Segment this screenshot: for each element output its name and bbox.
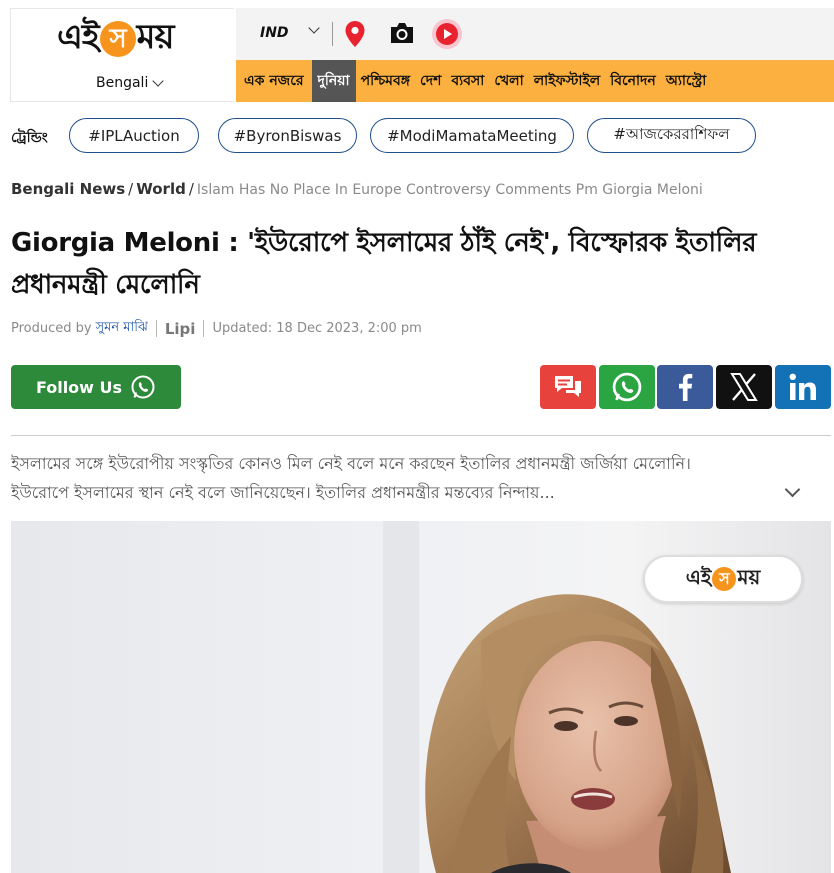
logo-text-1: এই bbox=[57, 16, 100, 57]
watermark-logo: এই স ময় bbox=[643, 555, 803, 603]
breadcrumb: Bengali News / World / Islam Has No Place In… bbox=[11, 180, 703, 198]
chevron-down-icon bbox=[152, 75, 165, 87]
expand-chevron-down-icon[interactable] bbox=[784, 481, 801, 498]
follow-us-label: Follow Us bbox=[35, 377, 123, 397]
camera-icon[interactable] bbox=[389, 21, 415, 49]
divider bbox=[332, 22, 333, 46]
language-selector[interactable]: Bengali bbox=[96, 75, 165, 91]
nav-item-khela[interactable]: খেলা bbox=[489, 60, 528, 102]
comment-share-button[interactable] bbox=[540, 365, 596, 409]
trending-tag[interactable]: #ByronBiswas bbox=[218, 118, 357, 153]
nav-item-astro[interactable]: অ্যাস্ট্রো bbox=[661, 60, 712, 102]
breadcrumb-section[interactable]: World bbox=[136, 180, 186, 198]
x-share-button[interactable] bbox=[716, 365, 772, 409]
divider bbox=[155, 320, 157, 337]
trending-tag[interactable]: #আজকেররাশিফল bbox=[587, 118, 756, 153]
facebook-icon bbox=[679, 373, 693, 401]
nav-item-desh[interactable]: দেশ bbox=[415, 60, 446, 102]
produced-by-label: Produced by bbox=[11, 321, 92, 336]
divider bbox=[203, 320, 205, 337]
site-logo[interactable]: এই স ময় bbox=[57, 15, 174, 63]
nav-item-paschimbanga[interactable]: পশ্চিমবঙ্গ bbox=[356, 60, 415, 102]
follow-us-button[interactable]: Follow Us bbox=[11, 365, 181, 409]
article-byline: Produced by সুমন মাঝি Lipi Updated: 18 D… bbox=[11, 318, 422, 339]
top-utility-bar: IND bbox=[236, 8, 834, 60]
linkedin-share-button[interactable] bbox=[775, 365, 831, 409]
comment-icon bbox=[555, 376, 581, 397]
divider bbox=[11, 435, 831, 436]
updated-timestamp: Updated: 18 Dec 2023, 2:00 pm bbox=[212, 321, 422, 336]
breadcrumb-home[interactable]: Bengali News bbox=[11, 180, 125, 198]
article-hero-image: এই স ময় bbox=[11, 521, 831, 873]
watermark-sun-icon: স bbox=[712, 567, 737, 591]
logo-sun-icon: স bbox=[99, 21, 136, 57]
location-pin-icon[interactable] bbox=[344, 20, 366, 52]
chevron-down-icon[interactable] bbox=[308, 22, 320, 34]
nav-item-lifestyle[interactable]: লাইফস্টাইল bbox=[529, 60, 606, 102]
whatsapp-icon bbox=[612, 372, 642, 402]
source-label: Lipi bbox=[164, 319, 196, 338]
logo-text-2: ময় bbox=[136, 16, 175, 57]
whatsapp-share-button[interactable] bbox=[599, 365, 655, 409]
author-link[interactable]: সুমন মাঝি bbox=[96, 318, 148, 339]
x-icon bbox=[730, 373, 758, 401]
nav-item-duniya[interactable]: দুনিয়া bbox=[311, 60, 356, 102]
trending-tag[interactable]: #IPLAuction bbox=[69, 118, 199, 153]
whatsapp-icon bbox=[131, 375, 155, 399]
article-headline: Giorgia Meloni : 'ইউরোপে ইসলামের ঠাঁই নে… bbox=[11, 228, 757, 300]
trending-label: ট্রেন্ডিং bbox=[11, 130, 48, 146]
linkedin-icon bbox=[789, 373, 816, 400]
facebook-share-button[interactable] bbox=[657, 365, 713, 409]
breadcrumb-current: Islam Has No Place In Europe Controversy… bbox=[196, 182, 703, 198]
nav-item-binodon[interactable]: বিনোদন bbox=[605, 60, 661, 102]
watermark-text-2: ময় bbox=[737, 564, 761, 589]
language-label: Bengali bbox=[96, 75, 149, 91]
section-navbar: এক নজরে দুনিয়া পশ্চিমবঙ্গ দেশ ব্যবসা খে… bbox=[236, 60, 834, 102]
watermark-text-1: এই bbox=[685, 564, 712, 589]
nav-item-byabsa[interactable]: ব্যবসা bbox=[446, 60, 489, 102]
video-play-icon[interactable] bbox=[432, 19, 462, 49]
logo-box: এই স ময় Bengali bbox=[10, 8, 234, 102]
edition-selector[interactable]: IND bbox=[260, 25, 289, 41]
article-summary: ইসলামের সঙ্গে ইউরোপীয় সংস্কৃতির কোনও মি… bbox=[11, 454, 691, 502]
nav-item-ek-nojore[interactable]: এক নজরে bbox=[236, 60, 312, 102]
trending-tag[interactable]: #ModiMamataMeeting bbox=[370, 118, 574, 153]
